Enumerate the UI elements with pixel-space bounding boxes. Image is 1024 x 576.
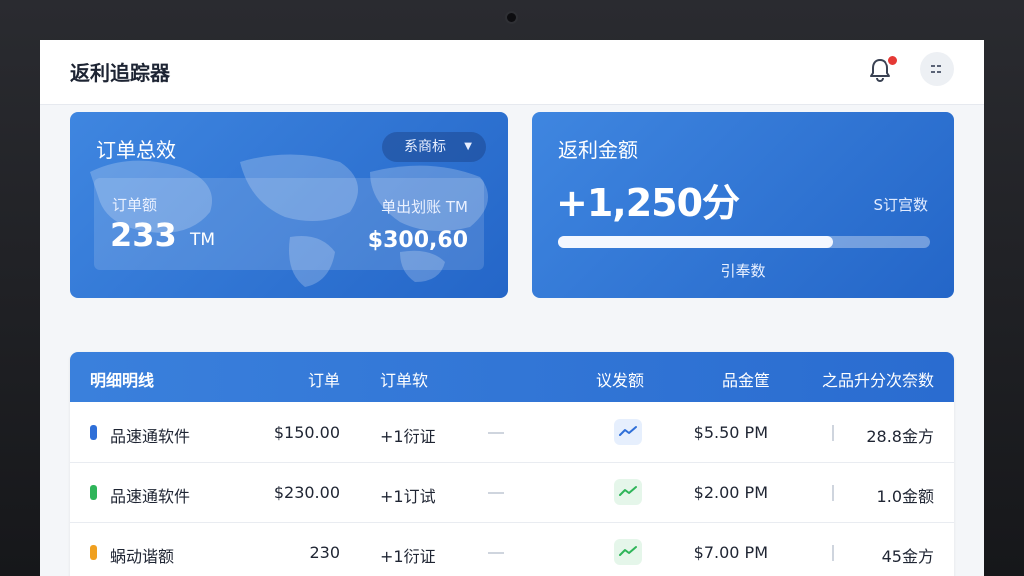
orders-unit: TM: [190, 230, 216, 250]
notification-badge: [886, 54, 899, 67]
row-separator: [832, 545, 834, 561]
row-amount: 1.0金额: [876, 487, 934, 506]
rebate-card-title: 返利金额: [558, 138, 638, 162]
filter-dropdown[interactable]: 系商标 ▼: [382, 132, 486, 162]
column-header-trend[interactable]: 议发额: [596, 367, 644, 391]
table-row[interactable]: 品速通软件 $150.00 +1衍证 $5.50 PM 28.8金方: [70, 403, 954, 463]
menu-button[interactable]: [920, 52, 954, 86]
camera-icon: [507, 13, 516, 22]
trend-line-icon[interactable]: [614, 539, 642, 565]
row-separator: [832, 425, 834, 441]
row-color-marker: [90, 545, 97, 560]
row-price: $230.00: [273, 483, 340, 502]
row-color-marker: [90, 425, 97, 440]
row-divider: [488, 432, 504, 434]
detail-table: 明细明线 订单 订单软 议发额 品金筐 之品升分次奈数 品速通软件 $150.0…: [70, 352, 954, 576]
row-amount: 28.8金方: [866, 427, 934, 446]
row-trial: +1衍证: [380, 547, 436, 566]
dropdown-label: 系商标: [404, 139, 446, 155]
orders-value: 233: [110, 216, 177, 254]
row-time: $2.00 PM: [693, 483, 768, 502]
column-header-time[interactable]: 品金筐: [722, 367, 770, 391]
order-stats-box: 订单额 233 TM 单出划账 TM $300,60: [94, 178, 484, 270]
order-summary-card: 订单总效 系商标 ▼ 订单额 233 TM 单出划账 TM $300,60: [70, 112, 508, 298]
menu-icon: [931, 65, 943, 73]
rebate-side-label: S订宫数: [873, 196, 928, 214]
order-card-title: 订单总效: [96, 138, 176, 162]
rebate-progress-fill: [558, 236, 834, 248]
row-divider: [488, 552, 504, 554]
row-time: $7.00 PM: [693, 543, 768, 562]
app-screen: 返利追踪器 订单总效 系商标 ▼ 订单额 233 TM 单出划账 TM $300…: [40, 40, 984, 576]
app-header: 返利追踪器: [40, 40, 984, 105]
table-header: 明细明线 订单 订单软 议发额 品金筐 之品升分次奈数: [70, 352, 954, 402]
rebate-progress-bar: [558, 236, 930, 248]
column-header-price[interactable]: 订单: [308, 367, 340, 391]
column-header-name[interactable]: 明细明线: [90, 367, 154, 391]
column-header-amount[interactable]: 之品升分次奈数: [822, 367, 934, 391]
column-header-trial[interactable]: 订单软: [380, 367, 428, 391]
row-name: 品速通软件: [110, 427, 191, 446]
row-separator: [832, 485, 834, 501]
price-value: $300,60: [367, 228, 468, 253]
orders-label: 订单额: [112, 196, 158, 214]
row-divider: [488, 492, 504, 494]
progress-label: 引奉数: [720, 262, 766, 280]
row-amount: 45金方: [881, 547, 934, 566]
trend-line-icon[interactable]: [614, 419, 642, 445]
app-title: 返利追踪器: [70, 61, 170, 85]
row-trial: +1订试: [380, 487, 436, 506]
row-trial: +1衍证: [380, 427, 436, 446]
rebate-value: +1,250分: [556, 181, 740, 225]
trend-line-icon[interactable]: [614, 479, 642, 505]
row-time: $5.50 PM: [693, 423, 768, 442]
row-color-marker: [90, 485, 97, 500]
table-row[interactable]: 蜗动谐额 230 +1衍证 $7.00 PM 45金方: [70, 523, 954, 576]
row-price: 230: [309, 543, 340, 562]
row-name: 蜗动谐额: [110, 547, 175, 566]
row-name: 品速通软件: [110, 487, 191, 506]
table-row[interactable]: 品速通软件 $230.00 +1订试 $2.00 PM 1.0金额: [70, 463, 954, 523]
chevron-down-icon: ▼: [464, 141, 472, 152]
rebate-card: 返利金额 +1,250分 S订宫数 引奉数: [532, 112, 954, 298]
price-label: 单出划账 TM: [381, 198, 468, 216]
row-price: $150.00: [273, 423, 340, 442]
